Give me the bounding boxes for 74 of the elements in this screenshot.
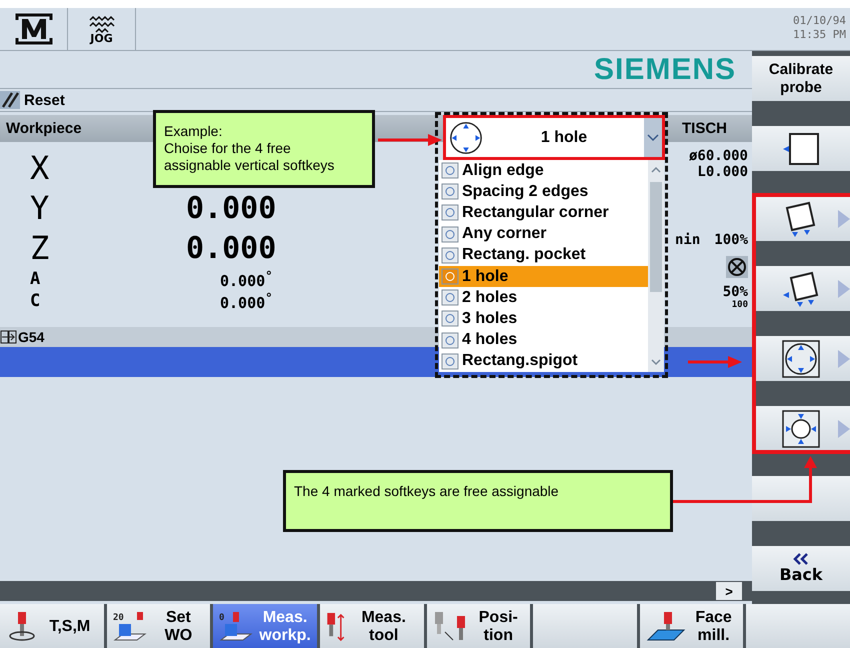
axis-name: Y (29, 189, 50, 227)
measure-type-icon (441, 310, 459, 328)
tool-length: L0.000 (697, 164, 748, 180)
measure-type-dropdown[interactable]: 1 hole (443, 115, 665, 160)
frame-icon (0, 330, 18, 344)
dropdown-option[interactable]: Any corner (439, 224, 648, 245)
measure-type-icon (441, 289, 459, 306)
pointer-arrow (378, 134, 442, 146)
dropdown-option[interactable]: 1 hole (439, 266, 648, 288)
dropdown-option[interactable]: Rectangular corner (439, 202, 648, 224)
submenu-arrow-icon (838, 350, 850, 368)
spindle-scale: 100 (732, 300, 748, 310)
measure-type-icon (441, 162, 459, 180)
dropdown-option[interactable]: 4 holes (439, 330, 648, 351)
work-offset: G54 (18, 329, 44, 345)
submenu-arrow-icon (838, 420, 850, 438)
dropdown-option[interactable]: Align edge (439, 160, 648, 182)
tool-name: TISCH (682, 120, 728, 137)
spindle-override: 50% (722, 284, 748, 300)
machine-icon[interactable] (14, 12, 54, 46)
double-chevron-icon (792, 553, 810, 565)
next-button[interactable]: > (716, 582, 742, 600)
measure-type-icon (441, 332, 459, 349)
axis-name: C (29, 291, 42, 311)
callout-note: The 4 marked softkeys are free assignable (283, 470, 673, 532)
tool-length-icon (326, 612, 346, 642)
mode-label: JOG (90, 32, 113, 44)
softkey[interactable]: Face mill. (640, 604, 744, 648)
measure-type-icon (441, 226, 459, 243)
softkey[interactable]: T,S,M (0, 604, 104, 648)
submenu-arrow-icon (838, 280, 850, 298)
measure-type-icon (441, 352, 459, 370)
measure-type-icon (441, 268, 459, 286)
axis-value: 0.000 (186, 230, 278, 266)
face-mill-icon (646, 610, 686, 644)
softkey[interactable]: 20 Set WO (106, 604, 210, 648)
softkey[interactable]: Meas. tool (320, 604, 424, 648)
hole-probe-icon (448, 120, 484, 156)
date-time: 01/10/94 11:35 PM (792, 13, 847, 43)
dropdown-option[interactable]: Rectang. pocket (439, 244, 648, 266)
reset-icon (0, 91, 20, 109)
scrollbar[interactable] (648, 160, 664, 372)
softkey[interactable]: 0 Meas. workp. (213, 604, 317, 648)
pointer-arrow (688, 356, 742, 368)
wave-icon (88, 14, 116, 32)
axis-name: Z (29, 229, 50, 267)
axis-name: X (29, 149, 50, 187)
dropdown-option[interactable]: Rectang.spigot (439, 350, 648, 372)
callout-note: Example: Choise for the 4 free assignable vertical softkeys (153, 110, 375, 188)
hole-probe-icon (782, 340, 820, 378)
softkey[interactable] (752, 126, 850, 171)
axis-value: 0.000$^{°}$ (220, 268, 273, 290)
tool-diameter: ø60.000 (688, 148, 748, 164)
softkey[interactable]: Calibrate probe (752, 56, 850, 101)
dropdown-option[interactable]: 3 holes (439, 308, 648, 330)
submenu-arrow-icon (838, 210, 850, 228)
spindle-stop-icon (726, 256, 748, 278)
softkey[interactable]: Posi- tion (426, 604, 530, 648)
axis-value: 0.000$^{°}$ (220, 290, 273, 312)
measure-type-icon (441, 183, 459, 200)
spigot-probe-icon (782, 410, 820, 448)
back-softkey[interactable]: Back (752, 546, 850, 591)
reset-status: Reset (24, 92, 65, 108)
tilted-corner-icon (782, 270, 820, 308)
feed-override: 100% (714, 232, 748, 248)
dropdown-option[interactable]: 2 holes (439, 287, 648, 308)
measure-type-icon (441, 246, 459, 264)
feed-label: nin (674, 232, 700, 248)
position-title: Workpiece (5, 120, 82, 137)
axis-name: A (29, 269, 42, 289)
dropdown-option[interactable]: Spacing 2 edges (439, 181, 648, 202)
axis-value: 0.000 (186, 190, 278, 226)
brand-logo: SIEMENS (594, 52, 736, 86)
measure-type-icon (441, 204, 459, 222)
